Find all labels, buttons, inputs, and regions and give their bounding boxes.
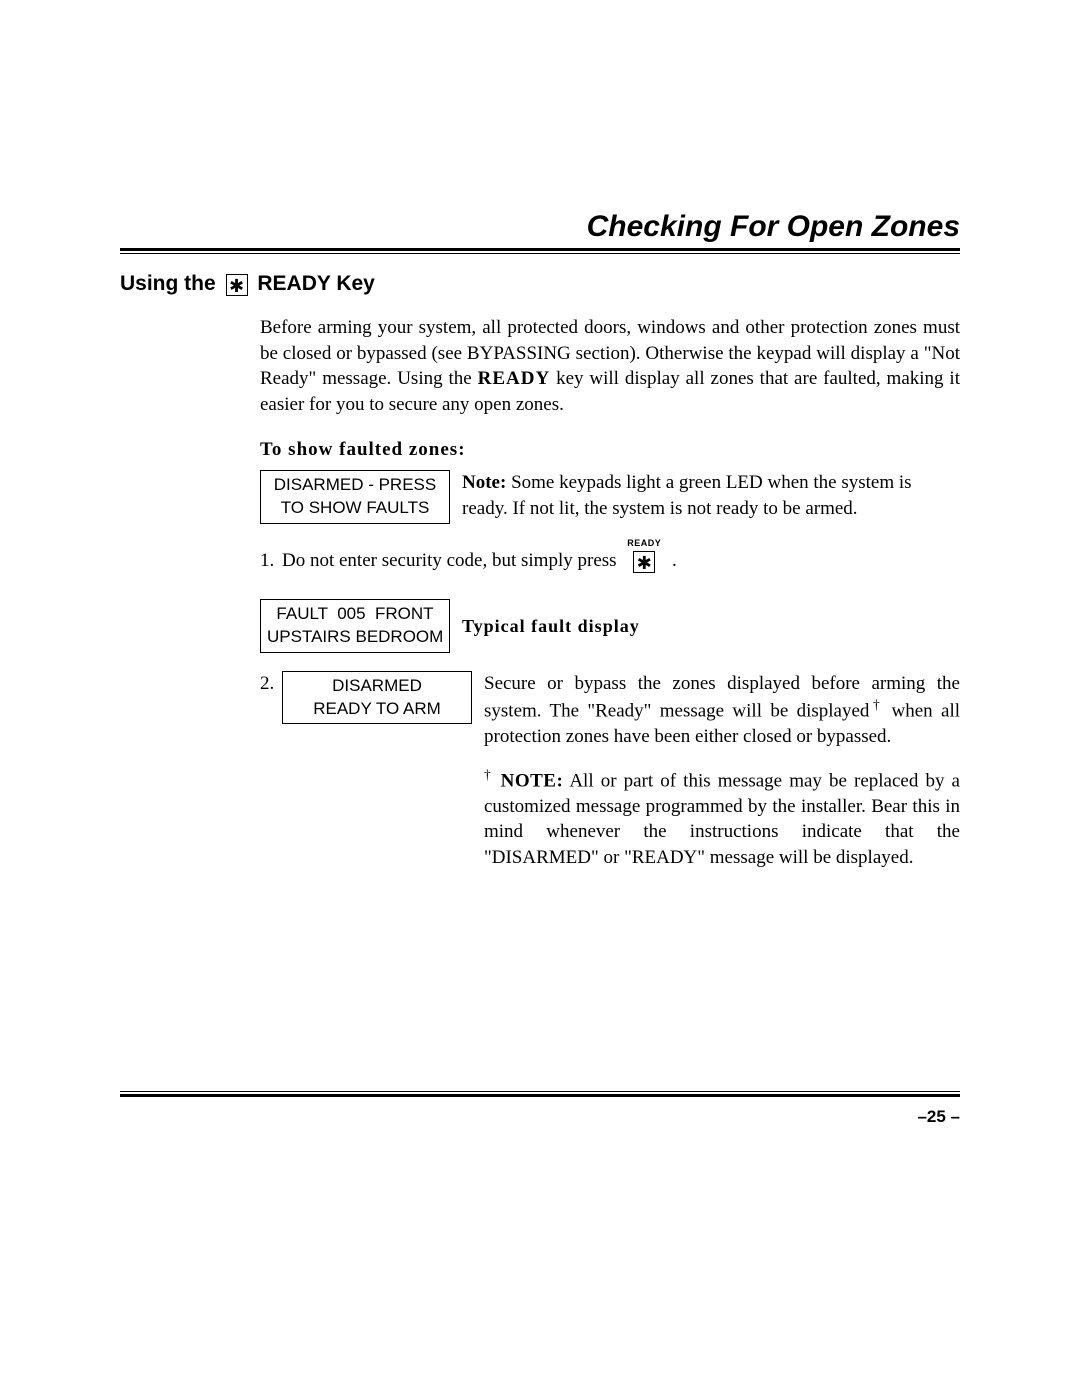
- page: Checking For Open Zones Using the ✱ READ…: [0, 0, 1080, 1397]
- lcd-note-row: DISARMED - PRESS TO SHOW FAULTS Note: So…: [260, 470, 960, 524]
- lcd-line: TO SHOW FAULTS: [267, 497, 443, 520]
- subhead-pre: Using the: [120, 272, 222, 295]
- ready-key-with-label: READY ✱: [633, 551, 655, 577]
- asterisk-key-icon: ✱: [633, 551, 655, 573]
- lcd-display-fault: FAULT 005 FRONT UPSTAIRS BEDROOM: [260, 599, 450, 653]
- step-number: 2.: [260, 671, 282, 697]
- step-1-after: .: [672, 550, 677, 571]
- lcd-line: FAULT 005 FRONT: [267, 603, 443, 626]
- footnote-label: NOTE:: [493, 770, 563, 791]
- step-1: 1. Do not enter security code, but simpl…: [260, 548, 960, 577]
- step-2-text: Secure or bypass the zones displayed bef…: [484, 671, 960, 871]
- page-number: –25 –: [917, 1107, 960, 1127]
- lcd-line: DISARMED: [289, 675, 465, 698]
- step-1-text: Do not enter security code, but simply p…: [282, 550, 617, 571]
- lcd-line: UPSTAIRS BEDROOM: [267, 626, 443, 649]
- dagger-ref: †: [869, 697, 883, 712]
- typical-fault-label: Typical fault display: [462, 614, 640, 638]
- dagger-mark: †: [484, 767, 493, 782]
- section-heading: Using the ✱ READY Key: [120, 272, 960, 296]
- step-2: 2. DISARMED READY TO ARM Secure or bypas…: [260, 671, 960, 871]
- note-label: Note:: [462, 472, 506, 493]
- faulted-zones-heading: To show faulted zones:: [260, 437, 960, 463]
- footer-rules: [120, 1089, 960, 1097]
- lcd-line: DISARMED - PRESS: [267, 474, 443, 497]
- footnote: † NOTE: All or part of this message may …: [484, 766, 960, 871]
- led-note: Note: Some keypads light a green LED whe…: [462, 470, 960, 521]
- asterisk-key-icon: ✱: [226, 274, 248, 296]
- step-body: Do not enter security code, but simply p…: [282, 548, 960, 577]
- title-rule-thick: [120, 248, 960, 251]
- page-title: Checking For Open Zones: [120, 210, 960, 244]
- lcd-line: READY TO ARM: [289, 698, 465, 721]
- intro-paragraph: Before arming your system, all protected…: [260, 315, 960, 418]
- lcd-display-disarmed-press: DISARMED - PRESS TO SHOW FAULTS: [260, 470, 450, 524]
- content-area: Before arming your system, all protected…: [260, 315, 960, 871]
- note-text: Some keypads light a green LED when the …: [462, 472, 912, 519]
- ready-key-caption: READY: [627, 537, 661, 549]
- subhead-post: READY Key: [252, 272, 375, 295]
- step-number: 1.: [260, 548, 282, 574]
- fault-display-row: FAULT 005 FRONT UPSTAIRS BEDROOM Typical…: [260, 599, 960, 653]
- footer-rule-thin: [120, 1091, 960, 1092]
- title-rule-thin: [120, 253, 960, 254]
- footer-rule-thick: [120, 1094, 960, 1097]
- lcd-display-ready: DISARMED READY TO ARM: [282, 671, 472, 725]
- ready-key-label: READY: [478, 368, 551, 389]
